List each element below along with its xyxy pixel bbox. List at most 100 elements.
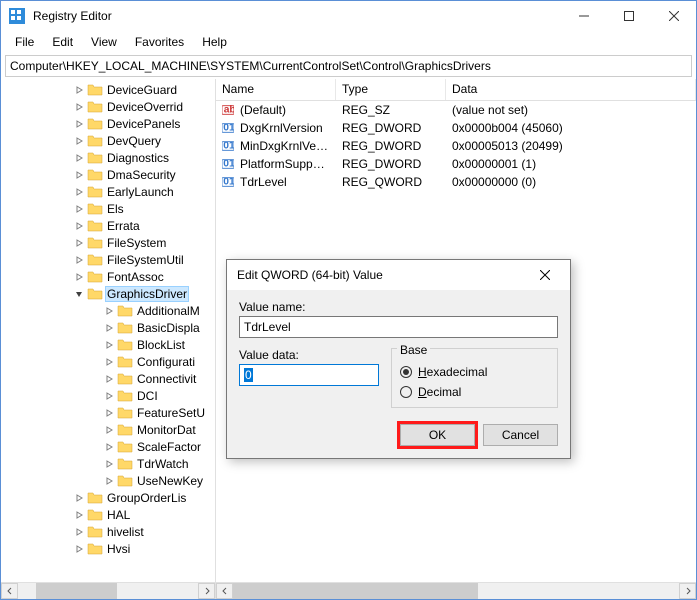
tree-item[interactable]: Els: [1, 200, 215, 217]
tree-label: Els: [105, 202, 126, 216]
tree-item[interactable]: DeviceOverrid: [1, 98, 215, 115]
tree-label: BlockList: [135, 338, 187, 352]
chevron-right-icon[interactable]: [101, 320, 117, 336]
chevron-right-icon[interactable]: [71, 82, 87, 98]
titlebar[interactable]: Registry Editor: [1, 1, 696, 31]
col-data[interactable]: Data: [446, 79, 696, 100]
radio-decimal[interactable]: Decimal: [400, 385, 549, 399]
radio-hexadecimal[interactable]: Hexadecimal: [400, 365, 549, 379]
chevron-down-icon[interactable]: [71, 286, 87, 302]
value-row[interactable]: 011DxgKrnlVersionREG_DWORD0x0000b004 (45…: [216, 119, 696, 137]
tree-pane[interactable]: DeviceGuardDeviceOverridDevicePanelsDevQ…: [1, 79, 216, 599]
menu-edit[interactable]: Edit: [44, 33, 81, 51]
chevron-right-icon[interactable]: [71, 252, 87, 268]
menu-favorites[interactable]: Favorites: [127, 33, 192, 51]
tree-item[interactable]: Connectivit: [1, 370, 215, 387]
tree-item[interactable]: TdrWatch: [1, 455, 215, 472]
ok-button[interactable]: OK: [400, 424, 475, 446]
tree-item[interactable]: Diagnostics: [1, 149, 215, 166]
tree-item[interactable]: Hvsi: [1, 540, 215, 557]
chevron-right-icon[interactable]: [71, 235, 87, 251]
scroll-right-icon[interactable]: [198, 583, 215, 599]
value-row[interactable]: ab(Default)REG_SZ(value not set): [216, 101, 696, 119]
value-data-field[interactable]: 0: [239, 364, 379, 386]
chevron-right-icon[interactable]: [101, 422, 117, 438]
tree-item[interactable]: DevQuery: [1, 132, 215, 149]
value-data: 0x00000000 (0): [446, 175, 542, 189]
tree-item[interactable]: Errata: [1, 217, 215, 234]
tree-item[interactable]: GraphicsDriver: [1, 285, 215, 302]
dialog-titlebar[interactable]: Edit QWORD (64-bit) Value: [227, 260, 570, 290]
chevron-right-icon[interactable]: [71, 201, 87, 217]
col-type[interactable]: Type: [336, 79, 446, 100]
chevron-right-icon[interactable]: [71, 99, 87, 115]
tree-item[interactable]: hivelist: [1, 523, 215, 540]
address-bar[interactable]: Computer\HKEY_LOCAL_MACHINE\SYSTEM\Curre…: [5, 55, 692, 77]
tree-label: GraphicsDriver: [105, 286, 189, 302]
value-name: PlatformSuppor...: [234, 157, 336, 171]
close-button[interactable]: [651, 1, 696, 31]
tree-item[interactable]: BlockList: [1, 336, 215, 353]
tree-label: MonitorDat: [135, 423, 198, 437]
tree-item[interactable]: UseNewKey: [1, 472, 215, 489]
chevron-right-icon[interactable]: [71, 167, 87, 183]
chevron-right-icon[interactable]: [71, 269, 87, 285]
chevron-right-icon[interactable]: [71, 490, 87, 506]
col-name[interactable]: Name: [216, 79, 336, 100]
folder-icon: [117, 303, 133, 319]
tree-item[interactable]: FeatureSetU: [1, 404, 215, 421]
chevron-right-icon[interactable]: [71, 218, 87, 234]
cancel-button[interactable]: Cancel: [483, 424, 558, 446]
tree-item[interactable]: FileSystemUtil: [1, 251, 215, 268]
scroll-right-icon[interactable]: [679, 583, 696, 599]
chevron-right-icon[interactable]: [101, 388, 117, 404]
tree-item[interactable]: DCI: [1, 387, 215, 404]
columns-header[interactable]: Name Type Data: [216, 79, 696, 101]
chevron-right-icon[interactable]: [71, 116, 87, 132]
value-row[interactable]: 011MinDxgKrnlVersi...REG_DWORD0x00005013…: [216, 137, 696, 155]
tree-item[interactable]: DmaSecurity: [1, 166, 215, 183]
folder-icon: [117, 354, 133, 370]
chevron-right-icon[interactable]: [101, 405, 117, 421]
chevron-right-icon[interactable]: [71, 507, 87, 523]
list-hscrollbar[interactable]: [216, 582, 696, 599]
tree-item[interactable]: Configurati: [1, 353, 215, 370]
minimize-button[interactable]: [561, 1, 606, 31]
dialog-close-button[interactable]: [530, 260, 560, 290]
chevron-right-icon[interactable]: [101, 456, 117, 472]
value-row[interactable]: 011TdrLevelREG_QWORD0x00000000 (0): [216, 173, 696, 191]
scroll-left-icon[interactable]: [1, 583, 18, 599]
tree-item[interactable]: FontAssoc: [1, 268, 215, 285]
chevron-right-icon[interactable]: [71, 524, 87, 540]
value-row[interactable]: 011PlatformSuppor...REG_DWORD0x00000001 …: [216, 155, 696, 173]
tree-item[interactable]: MonitorDat: [1, 421, 215, 438]
tree-item[interactable]: GroupOrderLis: [1, 489, 215, 506]
folder-icon: [117, 320, 133, 336]
chevron-right-icon[interactable]: [71, 150, 87, 166]
value-type: REG_DWORD: [336, 121, 446, 135]
value-name-field[interactable]: TdrLevel: [239, 316, 558, 338]
chevron-right-icon[interactable]: [101, 473, 117, 489]
chevron-right-icon[interactable]: [101, 337, 117, 353]
chevron-right-icon[interactable]: [71, 184, 87, 200]
chevron-right-icon[interactable]: [71, 541, 87, 557]
tree-item[interactable]: EarlyLaunch: [1, 183, 215, 200]
chevron-right-icon[interactable]: [101, 371, 117, 387]
chevron-right-icon[interactable]: [101, 354, 117, 370]
chevron-right-icon[interactable]: [101, 303, 117, 319]
tree-item[interactable]: DevicePanels: [1, 115, 215, 132]
chevron-right-icon[interactable]: [101, 439, 117, 455]
menu-file[interactable]: File: [7, 33, 42, 51]
tree-item[interactable]: HAL: [1, 506, 215, 523]
maximize-button[interactable]: [606, 1, 651, 31]
tree-item[interactable]: DeviceGuard: [1, 81, 215, 98]
tree-item[interactable]: ScaleFactor: [1, 438, 215, 455]
tree-hscrollbar[interactable]: [1, 582, 215, 599]
chevron-right-icon[interactable]: [71, 133, 87, 149]
tree-item[interactable]: FileSystem: [1, 234, 215, 251]
tree-item[interactable]: BasicDispla: [1, 319, 215, 336]
menu-view[interactable]: View: [83, 33, 125, 51]
tree-item[interactable]: AdditionalM: [1, 302, 215, 319]
scroll-left-icon[interactable]: [216, 583, 233, 599]
menu-help[interactable]: Help: [194, 33, 235, 51]
